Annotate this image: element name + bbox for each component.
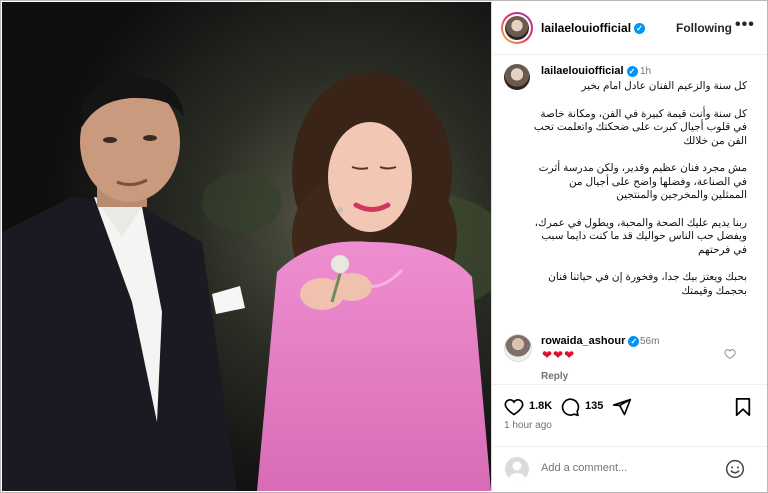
action-bar: 1.8K 135 — [492, 384, 767, 441]
comment-input[interactable] — [541, 462, 711, 474]
emoji-icon[interactable] — [725, 459, 745, 484]
comment-like-icon[interactable] — [724, 348, 736, 363]
heart-icon[interactable] — [504, 397, 524, 422]
post-photo[interactable] — [2, 2, 491, 491]
more-icon[interactable]: ••• — [735, 16, 755, 34]
comment-username[interactable]: rowaida_ashour — [541, 335, 625, 347]
caption-username-row[interactable]: lailaelouiofficial ✓ — [541, 65, 638, 77]
reply-button[interactable]: Reply — [541, 371, 568, 382]
verified-icon: ✓ — [634, 23, 646, 35]
header-username[interactable]: lailaelouiofficial — [541, 21, 631, 35]
caption-avatar[interactable] — [504, 64, 530, 90]
caption-paragraph: مش مجرد فنان عظيم وقدير، ولكن مدرسة أثرت… — [538, 162, 747, 201]
comment-text: ❤❤❤ — [542, 348, 576, 362]
comment-icon[interactable] — [560, 397, 580, 422]
caption-paragraph: بحبك ويعتز بيك جدا، وفخورة إن في حياتنا … — [548, 271, 747, 297]
add-comment-bar — [492, 446, 767, 492]
photo-illustration — [2, 2, 491, 491]
posted-time[interactable]: 1 hour ago — [504, 420, 552, 431]
comments-count[interactable]: 135 — [585, 400, 603, 412]
bookmark-icon[interactable] — [734, 397, 752, 422]
post-header: lailaelouiofficial ✓ Following ••• — [492, 2, 767, 55]
caption-paragraph: كل سنة والزعيم الفنان عادل امام بخير — [581, 80, 747, 92]
comment-time: 56m — [640, 336, 660, 347]
caption-username[interactable]: lailaelouiofficial — [541, 65, 624, 77]
comment-avatar[interactable] — [504, 334, 532, 362]
verified-icon: ✓ — [626, 65, 638, 77]
post-dialog: lailaelouiofficial ✓ Following ••• lailae… — [0, 0, 768, 493]
avatar-icon — [505, 457, 529, 481]
verified-icon: ✓ — [628, 335, 640, 347]
caption-paragraph: كل سنة وأنت قيمة كبيرة في الفن، ومكانة خ… — [533, 107, 747, 147]
post-caption: كل سنة والزعيم الفنان عادل امام بخير كل … — [532, 80, 747, 312]
caption-paragraph: ربنا يديم عليك الصحة والمحبة، ويطول في ع… — [534, 216, 747, 256]
profile-avatar[interactable] — [501, 12, 533, 44]
avatar-icon — [505, 16, 529, 40]
following-button[interactable]: Following — [676, 21, 732, 35]
post-side-panel: lailaelouiofficial ✓ Following ••• lailae… — [491, 2, 767, 492]
likes-count[interactable]: 1.8K — [529, 400, 552, 412]
header-username-row[interactable]: lailaelouiofficial ✓ — [541, 21, 646, 35]
caption-time: 1h — [640, 66, 652, 77]
share-icon[interactable] — [612, 397, 632, 422]
comment-username-row[interactable]: rowaida_ashour ✓ — [541, 335, 640, 347]
